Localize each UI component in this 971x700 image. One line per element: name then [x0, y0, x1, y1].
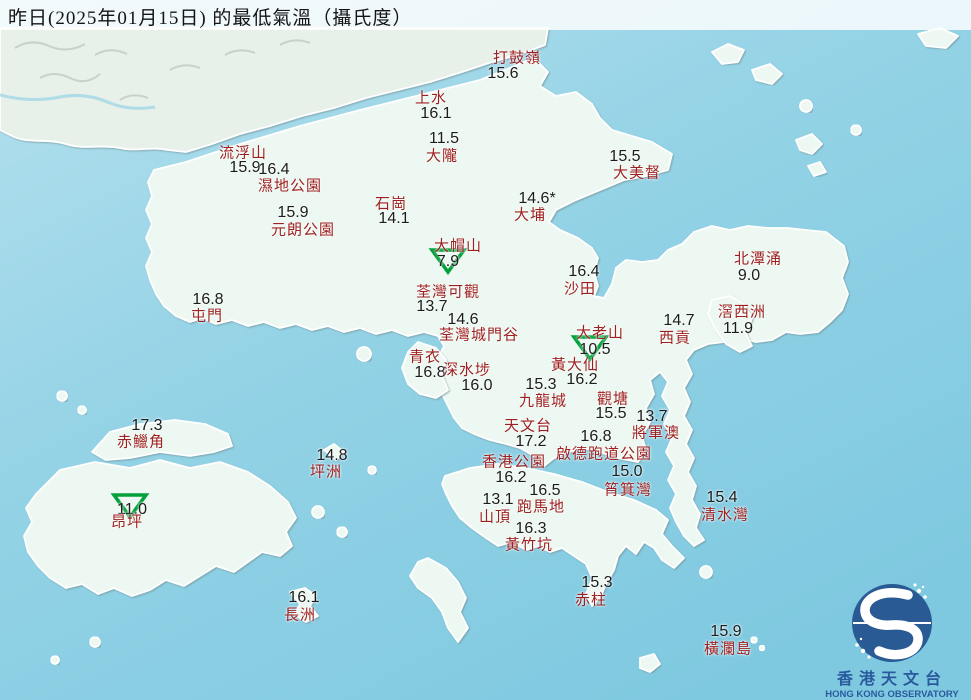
tung-lung-island [699, 565, 713, 579]
page-title: 昨日(2025年01月15日) 的最低氣溫（攝氏度） [8, 8, 413, 29]
central-islet-1 [311, 505, 325, 519]
ne-island-5 [850, 124, 862, 136]
central-islet-2 [336, 526, 348, 538]
sw-islet-1 [89, 636, 101, 648]
hko-logo-english: HONG KONG OBSERVATORY [825, 689, 959, 700]
sw-islet-2 [50, 655, 60, 665]
weather-map-page: 15.6 打鼓嶺 16.1 上水 11.5 大隴 15.9 流浮山 16.4 濕地公園 15.5 大美… [0, 0, 971, 700]
ma-wan-island [356, 346, 372, 362]
hko-logo-chinese: 香港天文台 [836, 669, 947, 688]
ne-island-3 [799, 99, 813, 113]
hko-logo: 香港天文台 HONG KONG OBSERVATORY [825, 583, 959, 700]
nw-islet-2 [77, 405, 87, 415]
central-islet-3 [367, 465, 377, 475]
waglan-islet-2 [758, 644, 766, 652]
waglan-islet-1 [750, 636, 758, 644]
title-bar: 昨日(2025年01月15日) 的最低氣溫（攝氏度） [0, 0, 971, 30]
nw-islet-1 [56, 390, 68, 402]
